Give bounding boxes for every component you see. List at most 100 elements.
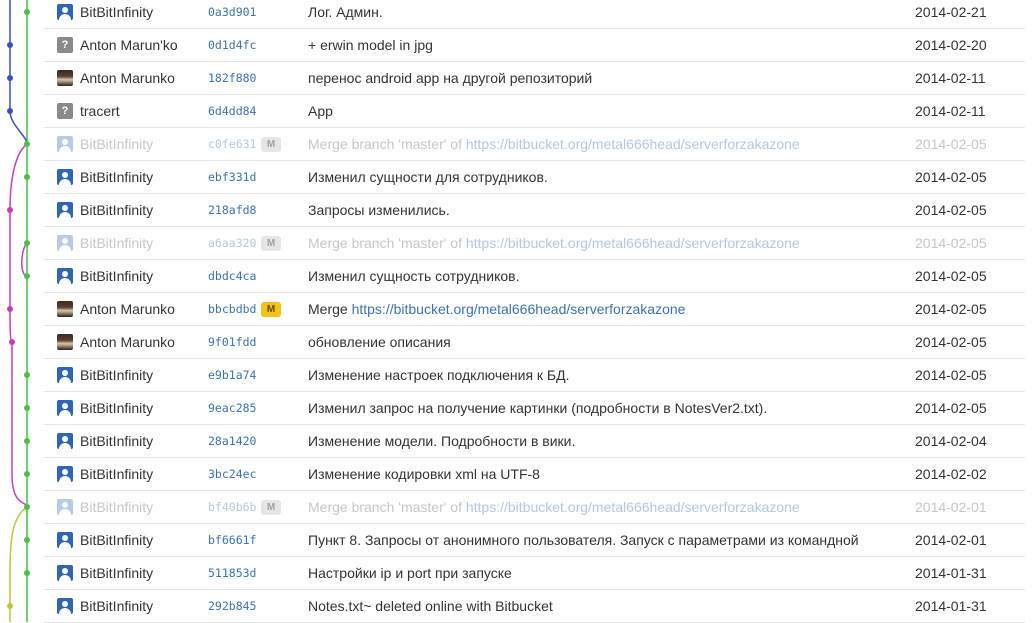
commit-hash-link[interactable]: 9eac285 (208, 393, 256, 423)
commit-date: 2014-02-11 (915, 70, 986, 86)
commit-hash-link[interactable]: 292b845 (208, 591, 256, 621)
commit-row[interactable]: BitBitInfinity a6aa320 M Merge branch 'mast… (44, 228, 1025, 260)
commit-row[interactable]: BitBitInfinity dbdc4ca Изменил сущность со… (44, 261, 1025, 293)
commit-date: 2014-02-04 (915, 433, 987, 449)
commit-row[interactable]: BitBitInfinity 3bc24ec Изменение кодировки… (44, 459, 1025, 491)
user-avatar-icon (57, 268, 73, 284)
commit-message-text: Изменил сущности для сотрудников. (308, 169, 548, 185)
commit-row[interactable]: BitBitInfinity 28a1420 Изменение модели. П… (44, 426, 1025, 458)
commit-message-text: App (308, 103, 333, 119)
commit-graph (7, 0, 30, 622)
commit-row[interactable]: Anton Marunko bbcbdbd M Merge https://bitbu… (44, 294, 1025, 326)
commit-hash-link[interactable]: 0d1d4fc (208, 30, 256, 60)
commit-hash-link[interactable]: 9f01fdd (208, 327, 256, 357)
commit-row[interactable]: BitBitInfinity e9b1a74 Изменение настроек … (44, 360, 1025, 392)
commit-message: Merge branch 'master' of https://bitbuck… (308, 129, 908, 159)
commit-author: BitBitInfinity (80, 532, 154, 548)
commit-row[interactable]: ? tracert 6d4dd84 App 2014-02-11 (44, 96, 1025, 128)
repo-link[interactable]: https://bitbucket.org/metal666head/serve… (352, 301, 686, 317)
graph-commit-dot (24, 537, 30, 543)
commit-row[interactable]: BitBitInfinity 292b845 Notes.txt~ deleted … (44, 591, 1025, 623)
commit-hash-link[interactable]: a6aa320 (208, 228, 256, 258)
user-avatar-icon (57, 433, 73, 449)
commit-hash-link[interactable]: 0a3d901 (208, 0, 256, 27)
graph-commit-dot (9, 339, 15, 345)
commit-message-text: Лог. Админ. (308, 4, 383, 20)
commit-date: 2014-02-01 (915, 532, 987, 548)
commit-author: BitBitInfinity (80, 598, 154, 614)
commit-hash-link[interactable]: 3bc24ec (208, 459, 256, 489)
commit-author: BitBitInfinity (80, 136, 154, 152)
commit-message: App (308, 96, 908, 126)
commit-message-text: Пункт 8. Запросы от анонимного пользоват… (308, 532, 859, 548)
repo-link[interactable]: https://bitbucket.org/metal666head/serve… (466, 136, 800, 152)
graph-commit-dot (24, 273, 30, 279)
commit-hash-link[interactable]: ebf331d (208, 162, 256, 192)
user-avatar-icon (57, 400, 73, 416)
commit-message: Notes.txt~ deleted online with Bitbucket (308, 591, 908, 621)
commit-date: 2014-01-31 (915, 565, 987, 581)
commit-row[interactable]: BitBitInfinity 511853d Настройки ip и port… (44, 558, 1025, 590)
commit-message-text: Merge (308, 301, 352, 317)
unknown-avatar-icon: ? (57, 103, 73, 119)
avatar (57, 70, 73, 86)
commit-row[interactable]: BitBitInfinity c0fe631 M Merge branch 'mast… (44, 129, 1025, 161)
user-avatar-icon (57, 532, 73, 548)
commit-hash-link[interactable]: 511853d (208, 558, 256, 588)
graph-commit-dot (7, 306, 13, 312)
commit-message: Изменил сущность сотрудников. (308, 261, 908, 291)
commit-author: BitBitInfinity (80, 268, 154, 284)
commit-message: Лог. Админ. (308, 0, 908, 27)
user-avatar-icon (57, 136, 73, 152)
commit-hash-link[interactable]: 218afd8 (208, 195, 256, 225)
unknown-avatar-icon: ? (57, 37, 73, 53)
commit-row[interactable]: BitBitInfinity bf40b6b M Merge branch 'mast… (44, 492, 1025, 524)
graph-commit-dot (7, 603, 13, 609)
graph-commit-dot (24, 438, 30, 444)
user-avatar-icon (57, 565, 73, 581)
commit-author: BitBitInfinity (80, 202, 154, 218)
commit-message: Изменение настроек подключения к БД. (308, 360, 908, 390)
commit-hash-link[interactable]: bbcbdbd (208, 294, 256, 324)
commit-hash-link[interactable]: e9b1a74 (208, 360, 256, 390)
commit-message-text: Merge branch 'master' of (308, 136, 466, 152)
graph-branch-line (9, 0, 28, 145)
commit-message-text: обновление описания (308, 334, 451, 350)
commit-hash-link[interactable]: c0fe631 (208, 129, 256, 159)
commit-hash-link[interactable]: dbdc4ca (208, 261, 256, 291)
commit-hash-link[interactable]: bf40b6b (208, 492, 256, 522)
commit-row[interactable]: Anton Marunko 9f01fdd обновление описания 2… (44, 327, 1025, 359)
graph-branch-line (21, 242, 28, 277)
graph-commit-dot (7, 42, 13, 48)
commit-row[interactable]: BitBitInfinity ebf331d Изменил сущности дл… (44, 162, 1025, 194)
commit-message-text: + erwin model in jpg (308, 37, 433, 53)
commit-date: 2014-02-05 (915, 367, 987, 383)
commit-row[interactable]: BitBitInfinity 218afd8 Запросы изменились.… (44, 195, 1025, 227)
commit-hash-link[interactable]: 6d4dd84 (208, 96, 256, 126)
commit-author: BitBitInfinity (80, 400, 154, 416)
commit-row[interactable]: BitBitInfinity 9eac285 Изменил запрос на п… (44, 393, 1025, 425)
commit-date: 2014-02-05 (915, 235, 987, 251)
repo-link[interactable]: https://bitbucket.org/metal666head/serve… (466, 499, 800, 515)
commit-date: 2014-02-05 (915, 169, 987, 185)
commit-row[interactable]: Anton Marunko 182f880 перенос android app … (44, 63, 1025, 95)
commit-hash-link[interactable]: 28a1420 (208, 426, 256, 456)
commit-hash-link[interactable]: bf6661f (208, 525, 256, 555)
graph-commit-dot (24, 372, 30, 378)
commit-hash-link[interactable]: 182f880 (208, 63, 256, 93)
commit-row[interactable]: BitBitInfinity bf6661f Пункт 8. Запросы от… (44, 525, 1025, 557)
commit-date: 2014-02-01 (915, 499, 987, 515)
commit-message-text: Изменение модели. Подробности в вики. (308, 433, 576, 449)
commit-date: 2014-02-05 (915, 334, 987, 350)
commit-author: BitBitInfinity (80, 565, 154, 581)
graph-commit-dot (24, 9, 30, 15)
commit-message: Merge branch 'master' of https://bitbuck… (308, 492, 908, 522)
commit-row[interactable]: BitBitInfinity 0a3d901 Лог. Админ. 2014-02-… (44, 0, 1025, 29)
commit-row[interactable]: ? Anton Marun'ko 0d1d4fc + erwin model in j… (44, 30, 1025, 62)
graph-branch-line (9, 143, 28, 508)
commit-message: Настройки ip и port при запуске (308, 558, 908, 588)
repo-link[interactable]: https://bitbucket.org/metal666head/serve… (466, 235, 800, 251)
merge-badge: M (261, 236, 281, 251)
merge-badge: M (261, 137, 281, 152)
commit-message: Изменил сущности для сотрудников. (308, 162, 908, 192)
